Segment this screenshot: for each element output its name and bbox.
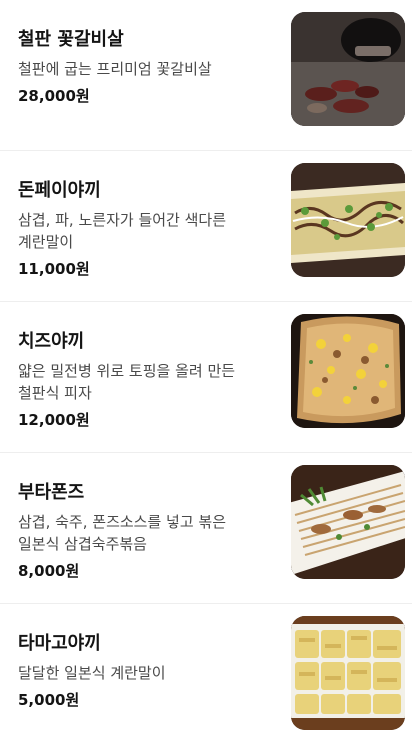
menu-item[interactable]: 부타폰즈 삼겹, 숙주, 폰즈소스를 넣고 볶은 일본식 삼겹숙주볶음 8,00… bbox=[0, 453, 412, 604]
tonpeiyaki-image bbox=[291, 163, 405, 277]
menu-item-price: 8,000원 bbox=[18, 562, 80, 580]
grilled-beef-image bbox=[291, 12, 405, 126]
menu-item-name: 돈페이야끼 bbox=[18, 180, 101, 201]
butaponzu-image bbox=[291, 465, 405, 579]
butaponzu-photo[interactable] bbox=[291, 465, 405, 579]
menu-item-text: 치즈야끼 얇은 밀전병 위로 토핑을 올려 만든 철판식 피자 12,000원 bbox=[18, 330, 272, 430]
menu-item-text: 부타폰즈 삼겹, 숙주, 폰즈소스를 넣고 볶은 일본식 삼겹숙주볶음 8,00… bbox=[18, 481, 272, 581]
tamagoyaki-image bbox=[291, 616, 405, 730]
tamagoyaki-photo[interactable] bbox=[291, 616, 405, 730]
menu-item-price: 28,000원 bbox=[18, 87, 90, 105]
menu-item-price: 5,000원 bbox=[18, 691, 80, 709]
tonpeiyaki-photo[interactable] bbox=[291, 163, 405, 277]
menu-item[interactable]: 철판 꽃갈비살 철판에 굽는 프리미엄 꽃갈비살 28,000원 bbox=[0, 0, 412, 151]
grilled-beef-photo[interactable] bbox=[291, 12, 405, 126]
menu-item-name: 부타폰즈 bbox=[18, 482, 85, 503]
menu-list: 철판 꽃갈비살 철판에 굽는 프리미엄 꽃갈비살 28,000원 돈페이야끼 삼… bbox=[0, 0, 412, 755]
menu-item-description: 얇은 밀전병 위로 토핑을 올려 만든 철판식 피자 bbox=[18, 362, 236, 402]
cheese-yaki-image bbox=[291, 314, 405, 428]
cheese-yaki-photo[interactable] bbox=[291, 314, 405, 428]
menu-item-description: 달달한 일본식 계란말이 bbox=[18, 664, 166, 682]
menu-item-name: 철판 꽃갈비살 bbox=[18, 29, 124, 50]
menu-item-text: 돈페이야끼 삼겹, 파, 노른자가 들어간 색다른 계란말이 11,000원 bbox=[18, 179, 272, 279]
menu-item-price: 11,000원 bbox=[18, 260, 90, 278]
menu-item-name: 치즈야끼 bbox=[18, 331, 85, 352]
menu-item-description: 삼겹, 숙주, 폰즈소스를 넣고 볶은 일본식 삼겹숙주볶음 bbox=[18, 513, 227, 553]
menu-item[interactable]: 돈페이야끼 삼겹, 파, 노른자가 들어간 색다른 계란말이 11,000원 bbox=[0, 151, 412, 302]
menu-item-description: 철판에 굽는 프리미엄 꽃갈비살 bbox=[18, 60, 212, 78]
menu-item-description: 삼겹, 파, 노른자가 들어간 색다른 계란말이 bbox=[18, 211, 227, 251]
menu-item-text: 타마고야끼 달달한 일본식 계란말이 5,000원 bbox=[18, 632, 272, 710]
menu-item[interactable]: 타마고야끼 달달한 일본식 계란말이 5,000원 bbox=[0, 604, 412, 755]
menu-item-text: 철판 꽃갈비살 철판에 굽는 프리미엄 꽃갈비살 28,000원 bbox=[18, 28, 272, 106]
menu-item[interactable]: 치즈야끼 얇은 밀전병 위로 토핑을 올려 만든 철판식 피자 12,000원 bbox=[0, 302, 412, 453]
menu-item-price: 12,000원 bbox=[18, 411, 90, 429]
menu-item-name: 타마고야끼 bbox=[18, 633, 101, 654]
